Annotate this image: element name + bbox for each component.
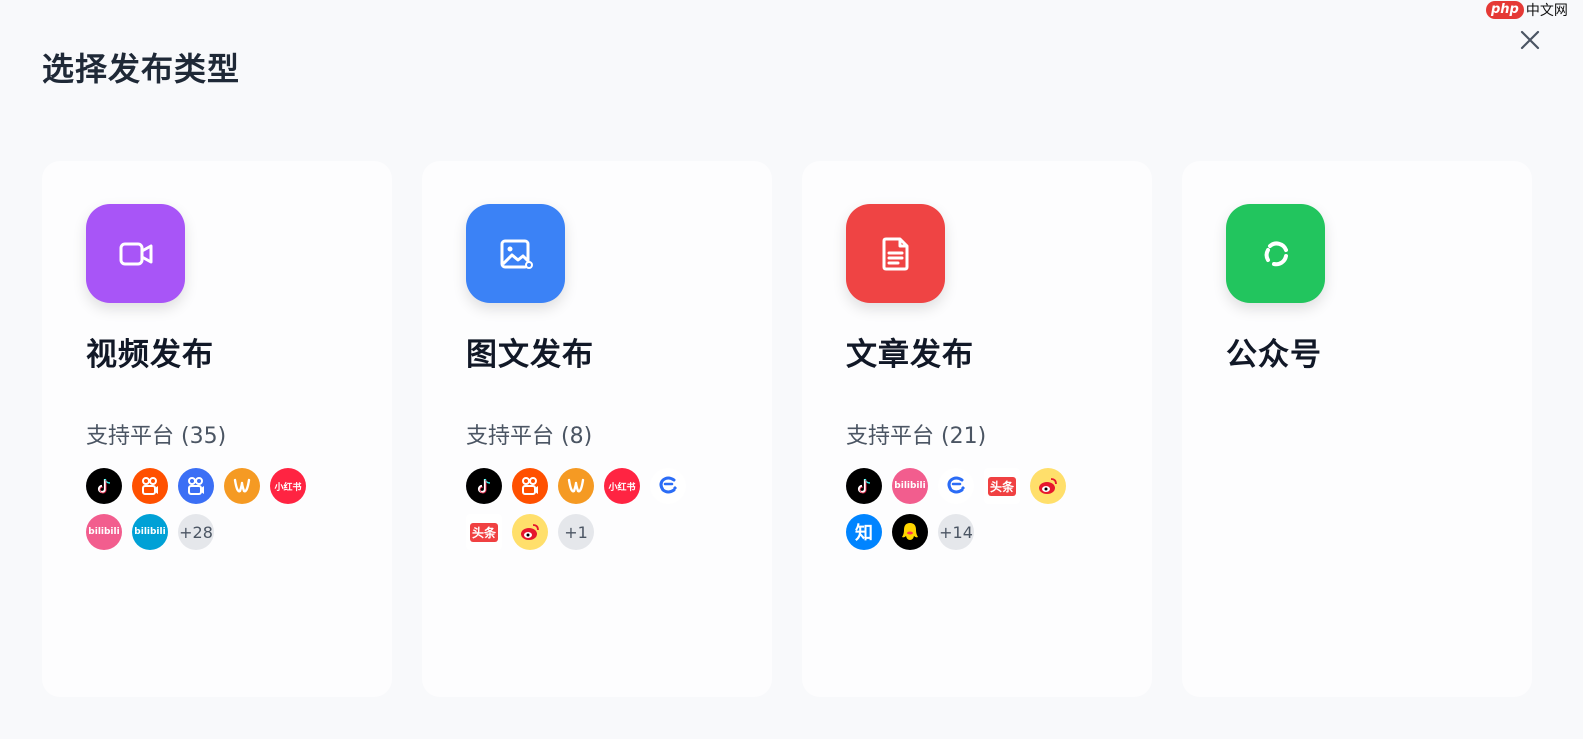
zhihu-icon: 知 — [846, 514, 882, 550]
more-platforms-badge: +14 — [938, 514, 974, 550]
watermark-brand: php — [1486, 1, 1524, 19]
toutiao-icon: 头条 — [466, 514, 502, 550]
kuaishou-blue-icon — [178, 468, 214, 504]
image-icon — [466, 204, 565, 303]
document-icon — [846, 204, 945, 303]
bilibili-pink-icon: bilibili — [892, 468, 928, 504]
douyin-icon — [86, 468, 122, 504]
card-title: 公众号 — [1226, 337, 1322, 373]
bilibili-blue-icon: bilibili — [132, 514, 168, 550]
card-official-account[interactable]: 公众号 — [1182, 161, 1532, 697]
qq-icon — [892, 514, 928, 550]
bilibili-pink-icon: bilibili — [86, 514, 122, 550]
more-platforms-badge: +28 — [178, 514, 214, 550]
platform-icons: 小红书 bilibili bilibili +28 — [86, 468, 326, 550]
dialog-title: 选择发布类型 — [42, 50, 241, 88]
weibo-icon — [512, 514, 548, 550]
watermark: php 中文网 — [1486, 0, 1568, 20]
zhihu-c-icon — [938, 468, 974, 504]
platform-count-label: 支持平台 (8) — [466, 424, 593, 449]
video-camera-icon — [86, 204, 185, 303]
card-title: 视频发布 — [86, 337, 214, 373]
weishi-icon — [224, 468, 260, 504]
zhihu-c-icon — [650, 468, 686, 504]
kuaishou-icon — [132, 468, 168, 504]
xiaohongshu-icon: 小红书 — [270, 468, 306, 504]
weibo-icon — [1030, 468, 1066, 504]
card-article-publish[interactable]: 文章发布 支持平台 (21) bilibili 头条 知 +14 — [802, 161, 1152, 697]
close-button[interactable] — [1518, 28, 1542, 52]
douyin-icon — [846, 468, 882, 504]
wechat-official-icon — [1226, 204, 1325, 303]
xiaohongshu-icon: 小红书 — [604, 468, 640, 504]
douyin-icon — [466, 468, 502, 504]
kuaishou-icon — [512, 468, 548, 504]
card-title: 文章发布 — [846, 337, 974, 373]
publish-type-cards: 视频发布 支持平台 (35) 小红书 bilibili bilibili +28… — [42, 161, 1532, 697]
platform-icons: bilibili 头条 知 +14 — [846, 468, 1086, 550]
weishi-icon — [558, 468, 594, 504]
toutiao-icon: 头条 — [984, 468, 1020, 504]
platform-count-label: 支持平台 (21) — [846, 424, 987, 449]
card-title: 图文发布 — [466, 337, 594, 373]
card-image-text-publish[interactable]: 图文发布 支持平台 (8) 小红书 头条 +1 — [422, 161, 772, 697]
watermark-text: 中文网 — [1525, 3, 1568, 19]
platform-count-label: 支持平台 (35) — [86, 424, 227, 449]
close-icon — [1520, 30, 1540, 50]
more-platforms-badge: +1 — [558, 514, 594, 550]
card-video-publish[interactable]: 视频发布 支持平台 (35) 小红书 bilibili bilibili +28 — [42, 161, 392, 697]
platform-icons: 小红书 头条 +1 — [466, 468, 706, 550]
